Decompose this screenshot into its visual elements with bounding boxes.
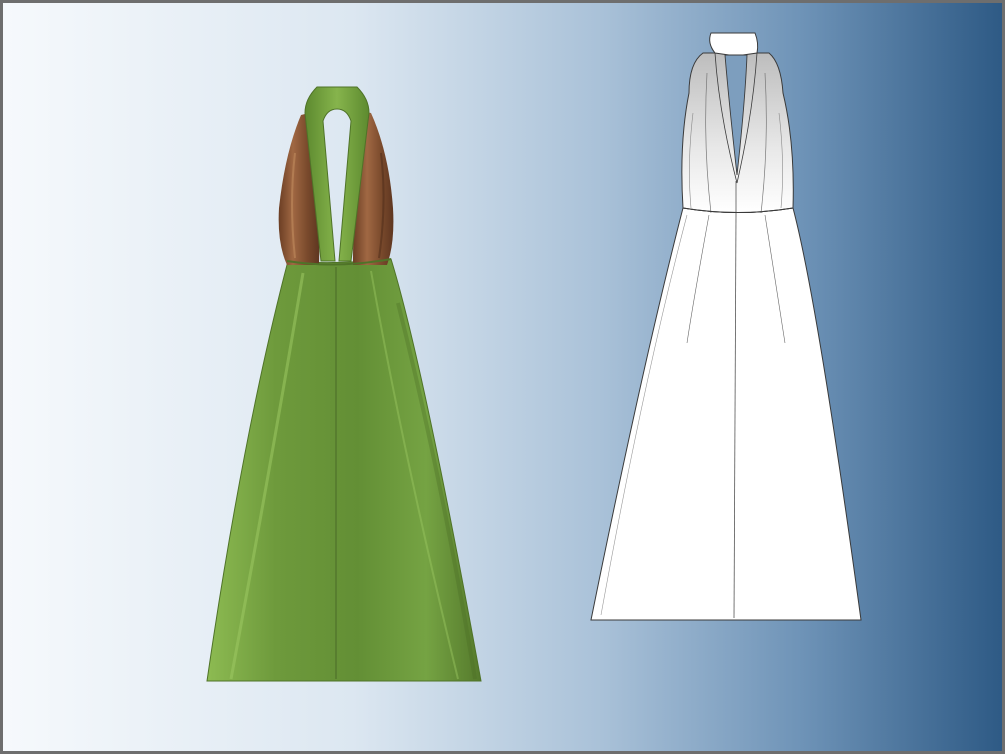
illustration-canvas <box>206 32 862 682</box>
image-frame <box>0 0 1005 754</box>
green-halter-gown-image <box>206 86 482 682</box>
white-halter-gown-sketch <box>590 32 862 621</box>
sketch-halter-neck <box>709 32 759 56</box>
gown-skirt <box>206 258 482 682</box>
sketch-skirt <box>590 207 862 621</box>
